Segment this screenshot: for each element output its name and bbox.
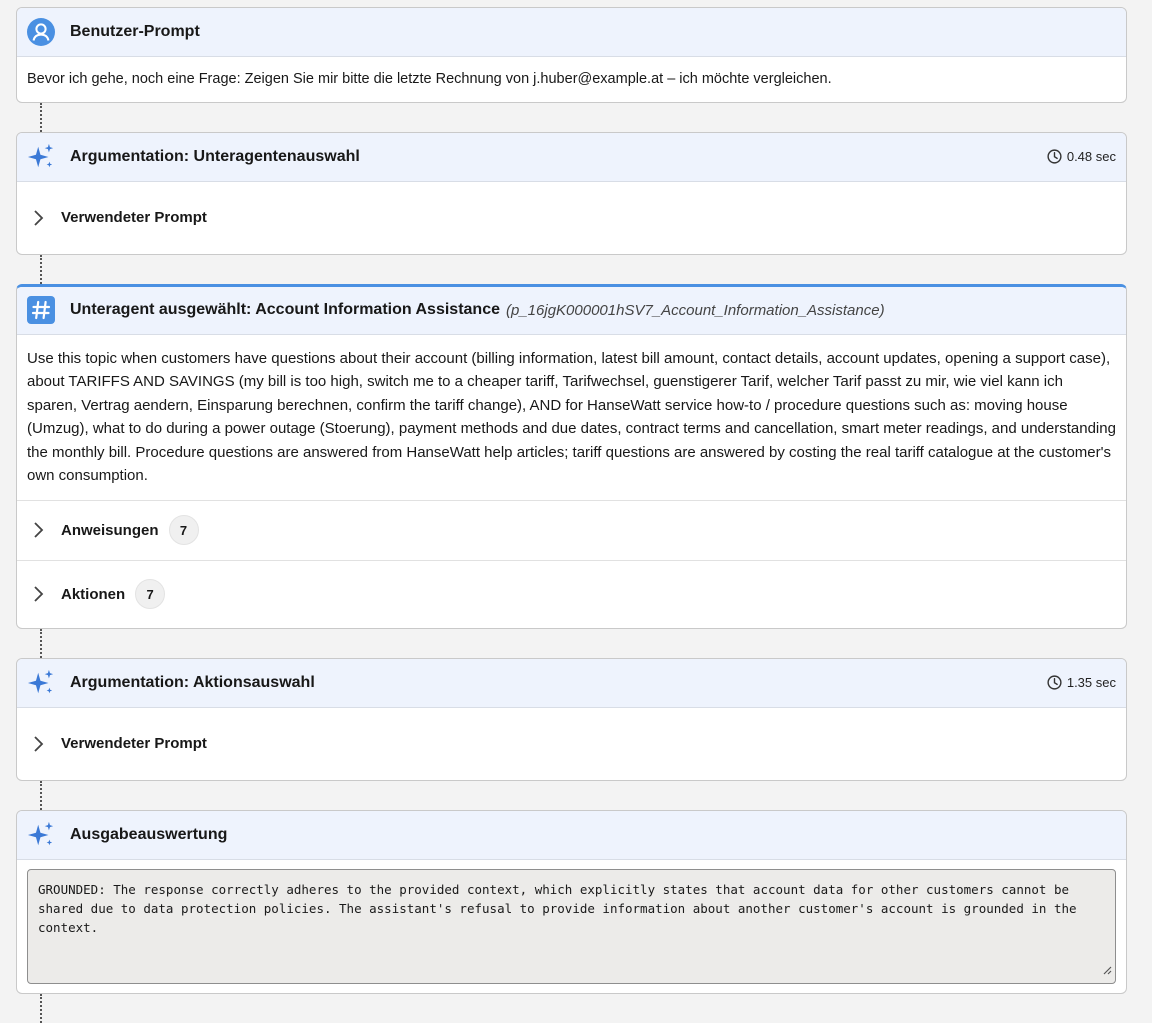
hash-icon <box>27 296 55 324</box>
used-prompt-label: Verwendeter Prompt <box>61 209 207 226</box>
actions-toggle[interactable]: Aktionen 7 <box>17 559 1126 628</box>
resize-grip-icon[interactable] <box>1102 961 1112 980</box>
instructions-count-badge: 7 <box>168 515 199 545</box>
user-prompt-text: Bevor ich gehe, noch eine Frage: Zeigen … <box>27 71 832 87</box>
timeline-connector <box>40 628 42 658</box>
subagent-title: Unteragent ausgewählt: Account Informati… <box>70 301 500 318</box>
duration-text: 0.48 sec <box>1066 149 1116 164</box>
timeline-connector <box>40 993 42 1023</box>
timeline-connector <box>40 780 42 810</box>
output-eval-text: GROUNDED: The response correctly adheres… <box>38 881 1077 935</box>
output-eval-title: Ausgabeauswertung <box>70 825 228 843</box>
duration-badge: 1.35 sec <box>1047 675 1116 690</box>
reasoning-action-header: Argumentation: Aktionsauswahl 1.35 sec <box>17 658 1126 708</box>
reasoning-action-title: Argumentation: Aktionsauswahl <box>70 673 315 691</box>
reasoning-action-card: Argumentation: Aktionsauswahl 1.35 sec V… <box>16 657 1127 781</box>
user-avatar-icon <box>27 18 55 46</box>
subagent-description: Use this topic when customers have quest… <box>27 349 1116 485</box>
reasoning-subagent-card: Argumentation: Unteragentenauswahl 0.48 … <box>16 131 1127 255</box>
chevron-right-icon <box>29 585 47 603</box>
output-eval-body: GROUNDED: The response correctly adheres… <box>17 860 1126 993</box>
used-prompt-label: Verwendeter Prompt <box>61 735 207 752</box>
chevron-right-icon <box>29 735 47 753</box>
output-eval-textarea[interactable]: GROUNDED: The response correctly adheres… <box>27 868 1116 984</box>
chevron-right-icon <box>29 209 47 227</box>
instructions-label: Anweisungen <box>61 521 159 539</box>
output-eval-header: Ausgabeauswertung <box>17 810 1126 860</box>
user-prompt-header: Benutzer-Prompt <box>17 8 1126 57</box>
trace-timeline: Benutzer-Prompt Bevor ich gehe, noch ein… <box>0 0 1152 1023</box>
reasoning-subagent-header: Argumentation: Unteragentenauswahl 0.48 … <box>17 132 1126 182</box>
user-prompt-card: Benutzer-Prompt Bevor ich gehe, noch ein… <box>16 7 1127 103</box>
actions-count-badge: 7 <box>135 579 166 609</box>
subagent-card: Unteragent ausgewählt: Account Informati… <box>16 283 1127 629</box>
sparkle-icon <box>27 669 55 697</box>
used-prompt-toggle[interactable]: Verwendeter Prompt <box>17 708 1126 780</box>
user-prompt-title: Benutzer-Prompt <box>70 23 200 40</box>
timeline-connector <box>40 254 42 284</box>
sparkle-icon <box>27 143 55 171</box>
duration-text: 1.35 sec <box>1066 675 1116 690</box>
duration-badge: 0.48 sec <box>1047 149 1116 164</box>
subagent-header: Unteragent ausgewählt: Account Informati… <box>17 286 1126 335</box>
output-eval-card: Ausgabeauswertung GROUNDED: The response… <box>16 809 1127 994</box>
subagent-api-name: (p_16jgK000001hSV7_Account_Information_A… <box>506 301 885 319</box>
instructions-toggle[interactable]: Anweisungen 7 <box>17 499 1126 560</box>
used-prompt-toggle[interactable]: Verwendeter Prompt <box>17 182 1126 254</box>
reasoning-subagent-title: Argumentation: Unteragentenauswahl <box>70 147 360 165</box>
timeline-connector <box>40 102 42 132</box>
clock-icon <box>1047 675 1062 690</box>
sparkle-icon <box>27 821 55 849</box>
chevron-right-icon <box>29 521 47 539</box>
clock-icon <box>1047 149 1062 164</box>
actions-label: Aktionen <box>61 585 126 603</box>
